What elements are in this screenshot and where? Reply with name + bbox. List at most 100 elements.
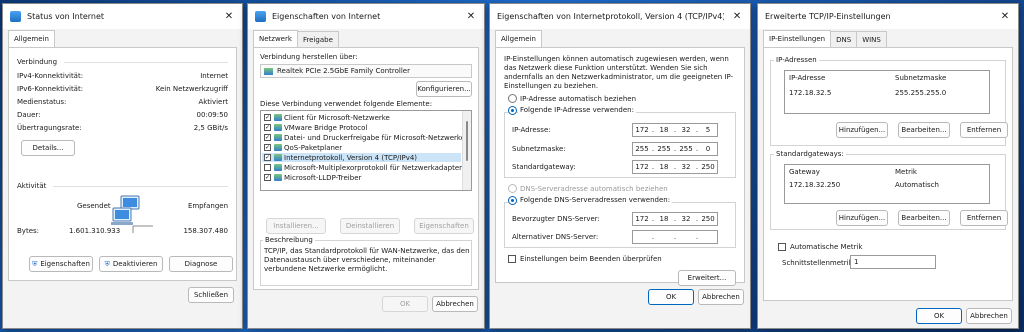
metric-column-header: Metrik (895, 168, 917, 176)
details-button[interactable]: Details... (21, 140, 75, 156)
ip-add-button[interactable]: Hinzufügen... (836, 122, 888, 138)
pref-dns-field[interactable]: 172. 18. 32. 250 (632, 212, 718, 226)
gw-add-button[interactable]: Hinzufügen... (836, 210, 888, 226)
close-icon[interactable]: ✕ (216, 4, 242, 29)
bytes-label: Bytes: (17, 227, 40, 235)
gw-edit-button[interactable]: Bearbeiten... (898, 210, 950, 226)
close-button[interactable]: Schließen (188, 287, 234, 303)
tab-allgemein[interactable]: Allgemein (8, 30, 55, 47)
ip-addresses-header: IP-Adressen (774, 56, 819, 64)
advanced-button[interactable]: Erweitert... (678, 270, 736, 286)
protocol-icon (274, 154, 282, 161)
tab-netzwerk[interactable]: Netzwerk (253, 30, 298, 47)
mask-cell[interactable]: 255.255.255.0 (895, 89, 946, 97)
diagnose-button[interactable]: Diagnose (169, 256, 233, 272)
manual-dns-radio[interactable] (508, 196, 517, 205)
ok-button[interactable]: OK (648, 289, 694, 305)
properties-window: Eigenschaften von Internet ✕ Netzwerk Fr… (247, 3, 485, 329)
status-panel: Verbindung IPv4-Konnektivität: Internet … (8, 47, 237, 281)
auto-dns-label: DNS-Serveradresse automatisch beziehen (520, 185, 668, 193)
manual-ip-label: Folgende IP-Adresse verwenden: (518, 106, 636, 114)
subnet-field[interactable]: 255. 255. 255. 0 (632, 142, 718, 156)
subnet-label: Subnetzmaske: (512, 145, 566, 153)
alt-dns-field[interactable]: ... (632, 230, 718, 244)
gateway-table[interactable]: Gateway Metrik 172.18.32.250 Automatisch (784, 164, 990, 204)
connection-header: Verbindung (17, 58, 58, 66)
list-scrollbar[interactable] (462, 111, 471, 190)
gw-remove-button[interactable]: Entfernen (960, 210, 1008, 226)
auto-ip-radio[interactable] (508, 94, 517, 103)
list-item[interactable]: ✓ Datei- und Druckerfreigabe für Microsof… (264, 133, 465, 142)
network-icon (10, 11, 21, 22)
gateway-column-header: Gateway (789, 168, 820, 176)
checkbox[interactable]: ✓ (264, 134, 271, 141)
disable-button-label: Deaktivieren (112, 260, 158, 268)
manual-ip-radio[interactable] (508, 106, 517, 115)
list-item[interactable]: ✓ QoS-Paketplaner (264, 143, 342, 152)
checkbox[interactable]: ✓ (264, 174, 271, 181)
adapter-name: Realtek PCIe 2.5GbE Family Controller (277, 67, 410, 75)
ip-cell[interactable]: 172.18.32.5 (789, 89, 831, 97)
close-icon[interactable]: ✕ (992, 4, 1018, 29)
validate-checkbox[interactable] (508, 255, 516, 263)
tab-ip-settings[interactable]: IP-Einstellungen (763, 30, 832, 47)
checkbox[interactable]: ✓ (264, 124, 271, 131)
cancel-button[interactable]: Abbrechen (432, 296, 478, 312)
ip-edit-button[interactable]: Bearbeiten... (898, 122, 950, 138)
ok-button[interactable]: OK (382, 296, 428, 312)
list-item[interactable]: Microsoft-Multiplexorprotokoll für Netzw… (264, 163, 462, 172)
gateway-cell[interactable]: 172.18.32.250 (789, 181, 840, 189)
status-titlebar: Status von Internet ✕ (3, 4, 242, 29)
bytes-received: 158.307.480 (183, 227, 228, 235)
install-button[interactable]: Installieren... (266, 218, 326, 234)
properties-panel: Verbindung herstellen über: Realtek PCIe… (253, 47, 479, 290)
gateway-field[interactable]: 172. 18. 32. 250 (632, 160, 718, 174)
list-item[interactable]: ✓ Client für Microsoft-Netzwerke (264, 113, 390, 122)
ip-address-table[interactable]: IP-Adresse Subnetzmaske 172.18.32.5 255.… (784, 70, 990, 114)
cancel-button[interactable]: Abbrechen (966, 308, 1012, 324)
auto-dns-radio[interactable] (508, 184, 517, 193)
tab-dns[interactable]: DNS (830, 31, 858, 47)
properties-title: Eigenschaften von Internet (272, 12, 381, 21)
checkbox[interactable] (264, 164, 271, 171)
checkbox[interactable]: ✓ (264, 144, 271, 151)
close-icon[interactable]: ✕ (724, 4, 750, 29)
element-properties-button[interactable]: Eigenschaften (414, 218, 474, 234)
protocol-icon (274, 164, 282, 171)
ok-button[interactable]: OK (916, 308, 962, 324)
service-icon (274, 144, 282, 151)
list-item-selected[interactable]: ✓ Internetprotokoll, Version 4 (TCP/IPv4) (262, 153, 461, 162)
list-item[interactable]: ✓ VMware Bridge Protocol (264, 123, 367, 132)
ip-remove-button[interactable]: Entfernen (960, 122, 1008, 138)
auto-metric-checkbox[interactable] (778, 243, 786, 251)
mask-column-header: Subnetzmaske (895, 74, 947, 82)
list-item[interactable]: ✓ Microsoft-LLDP-Treiber (264, 173, 361, 182)
properties-button[interactable]: ⛨ Eigenschaften (29, 256, 93, 272)
interface-metric-input[interactable]: 1 (850, 255, 936, 269)
description-header: Beschreibung (263, 236, 315, 244)
disable-button[interactable]: ⛨ Deaktivieren (99, 256, 163, 272)
sent-label: Gesendet (77, 202, 111, 210)
ipv6-value: Kein Netzwerkzugriff (155, 85, 228, 93)
metric-cell[interactable]: Automatisch (895, 181, 939, 189)
ipv6-label: IPv6-Konnektivität: (17, 85, 84, 93)
gateway-label: Standardgateway: (512, 163, 576, 171)
service-icon (274, 134, 282, 141)
elements-list[interactable]: ✓ Client für Microsoft-Netzwerke ✓ VMware … (260, 110, 472, 191)
uninstall-button[interactable]: Deinstallieren (340, 218, 400, 234)
tab-freigabe[interactable]: Freigabe (296, 31, 339, 47)
tab-allgemein[interactable]: Allgemein (495, 30, 542, 47)
scrollbar-thumb[interactable] (466, 121, 468, 161)
cancel-button[interactable]: Abbrechen (698, 289, 744, 305)
checkbox[interactable]: ✓ (264, 114, 271, 121)
connect-using-label: Verbindung herstellen über: (260, 53, 358, 61)
ip-address-field[interactable]: 172. 18. 32. 5 (632, 123, 718, 137)
tab-wins[interactable]: WINS (856, 31, 887, 47)
checkbox[interactable]: ✓ (264, 154, 271, 161)
close-icon[interactable]: ✕ (458, 4, 484, 29)
configure-button[interactable]: Konfigurieren... (416, 81, 472, 97)
advanced-titlebar: Erweiterte TCP/IP-Einstellungen ✕ (758, 4, 1018, 29)
received-label: Empfangen (187, 202, 228, 210)
properties-titlebar: Eigenschaften von Internet ✕ (248, 4, 484, 29)
activity-header: Aktivität (17, 182, 47, 190)
